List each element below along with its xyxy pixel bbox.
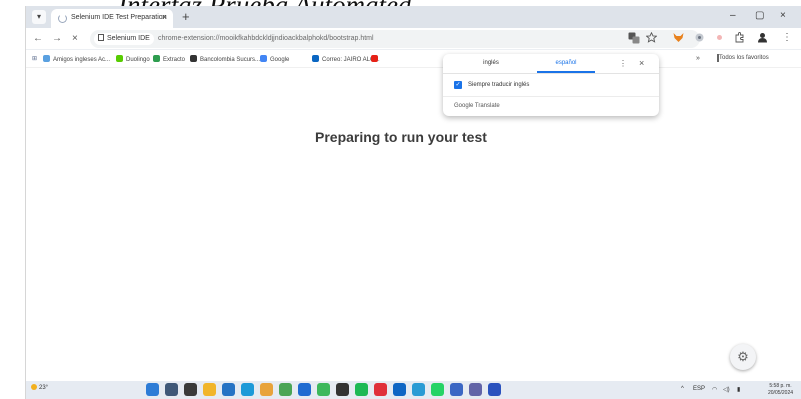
- puzzle-icon[interactable]: [734, 32, 745, 43]
- tab-source-language[interactable]: inglés: [461, 60, 521, 66]
- extra-app-icon[interactable]: [488, 383, 501, 396]
- translate-icon[interactable]: [628, 32, 640, 44]
- bookmark-favicon-icon: [190, 55, 197, 62]
- address-bar[interactable]: Selenium IDE chrome-extension://mooikfka…: [90, 30, 700, 48]
- battery-icon[interactable]: ▮: [737, 386, 740, 393]
- windows-taskbar: 23° ^ ESP ◠ ◁) ▮ 5:58 p. m. 20/05/2024: [26, 381, 801, 399]
- bookmark-item[interactable]: Bancolombia Sucurs...: [190, 55, 260, 63]
- edge-icon[interactable]: [241, 383, 254, 396]
- paint-icon[interactable]: [260, 383, 273, 396]
- weather-temp: 23°: [39, 385, 49, 391]
- store-icon[interactable]: [222, 383, 235, 396]
- apps-icon[interactable]: ⊞: [32, 55, 37, 62]
- extension-icon[interactable]: [694, 32, 705, 43]
- close-window-button[interactable]: ×: [780, 10, 786, 21]
- url-text: chrome-extension://mooikfkahbdckldjjndio…: [158, 35, 374, 42]
- clock-date: 20/05/2024: [768, 390, 794, 396]
- bookmark-favicon-icon: [116, 55, 123, 62]
- xbox-icon[interactable]: [317, 383, 330, 396]
- bookmark-label: Google: [270, 57, 290, 63]
- page-heading: Preparing to run your test: [315, 129, 487, 145]
- browser-toolbar: ← → × Selenium IDE chrome-extension://mo…: [26, 28, 801, 50]
- bookmark-item[interactable]: [371, 55, 381, 63]
- extension-dot-icon[interactable]: [714, 32, 725, 43]
- google-translate-label: Google Translate: [454, 103, 500, 109]
- clock-time: 5:58 p. m.: [769, 383, 792, 389]
- settings-gear-button[interactable]: ⚙: [730, 344, 756, 370]
- popup-divider-bottom: [443, 96, 659, 97]
- bookmarks-overflow-button[interactable]: »: [696, 55, 700, 62]
- back-button[interactable]: ←: [33, 33, 43, 44]
- profile-icon[interactable]: [757, 32, 768, 43]
- maximize-button[interactable]: ▢: [755, 10, 764, 21]
- teams-icon[interactable]: [469, 383, 482, 396]
- wifi-icon[interactable]: ◠: [712, 386, 717, 393]
- chat-icon[interactable]: [412, 383, 425, 396]
- word-icon[interactable]: [450, 383, 463, 396]
- gear-icon: ⚙: [737, 349, 749, 364]
- bookmark-label: Amigos ingleses Ac...: [53, 57, 111, 63]
- file-explorer-icon[interactable]: [203, 383, 216, 396]
- all-bookmarks-folder[interactable]: Todos los favoritos: [717, 54, 769, 62]
- always-translate-label: Siempre traducir inglés: [468, 82, 530, 88]
- volume-icon[interactable]: ◁): [723, 386, 730, 393]
- outlook-icon[interactable]: [393, 383, 406, 396]
- sun-icon: [31, 384, 37, 390]
- forward-button[interactable]: →: [52, 33, 62, 44]
- terminal-icon[interactable]: [336, 383, 349, 396]
- opera-icon[interactable]: [374, 383, 387, 396]
- translate-options-button[interactable]: ⋮: [619, 59, 627, 68]
- translate-popup: inglés español ⋮ × ✓ Siempre traducir in…: [443, 54, 659, 116]
- tab-selenium-ide[interactable]: Selenium IDE Test Preparation ×: [51, 9, 173, 28]
- bookmark-favicon-icon: [43, 55, 50, 62]
- tab-close-icon[interactable]: ×: [162, 12, 167, 22]
- bookmark-label: Bancolombia Sucurs...: [200, 57, 261, 63]
- spotify-icon[interactable]: [355, 383, 368, 396]
- popup-divider: [443, 73, 659, 74]
- tab-strip: ▾ Selenium IDE Test Preparation × + – ▢ …: [26, 6, 801, 28]
- bookmark-item[interactable]: Amigos ingleses Ac...: [43, 55, 110, 63]
- bookmark-item[interactable]: Extracto: [153, 55, 185, 63]
- fox-extension-icon[interactable]: [673, 32, 684, 43]
- bookmark-favicon-icon: [371, 55, 378, 62]
- new-tab-button[interactable]: +: [182, 9, 190, 24]
- loading-icon: [58, 14, 67, 23]
- tab-search-button[interactable]: ▾: [32, 10, 46, 24]
- minimize-button[interactable]: –: [730, 10, 736, 21]
- task-view-icon[interactable]: [184, 383, 197, 396]
- weather-widget[interactable]: 23°: [31, 384, 48, 391]
- tray-overflow-icon[interactable]: ^: [681, 386, 684, 392]
- page-content: Preparing to run your test ⚙: [26, 68, 801, 381]
- bookmark-label: Extracto: [163, 57, 186, 63]
- stop-button[interactable]: ×: [72, 33, 78, 44]
- start-icon[interactable]: [146, 383, 159, 396]
- translate-close-button[interactable]: ×: [639, 58, 644, 68]
- bookmarks-bar: ⊞ Amigos ingleses Ac... Duolingo Extracto B…: [26, 51, 801, 68]
- whatsapp-icon[interactable]: [431, 383, 444, 396]
- bookmark-item[interactable]: Correo: JAIRO ALO...: [312, 55, 380, 63]
- browser-menu-button[interactable]: ⋮: [782, 32, 792, 43]
- bookmark-item[interactable]: Duolingo: [116, 55, 150, 63]
- all-bookmarks-label: Todos los favoritos: [719, 55, 769, 61]
- mail-icon[interactable]: [298, 383, 311, 396]
- chrome-icon[interactable]: [279, 383, 292, 396]
- tab-target-language[interactable]: español: [536, 60, 596, 66]
- browser-window: ▾ Selenium IDE Test Preparation × + – ▢ …: [25, 6, 801, 399]
- bookmark-star-icon[interactable]: [646, 32, 657, 43]
- tab-title: Selenium IDE Test Preparation: [71, 14, 167, 21]
- bookmark-favicon-icon: [260, 55, 267, 62]
- site-chip-label: Selenium IDE: [107, 35, 150, 42]
- bookmark-label: Duolingo: [126, 57, 150, 63]
- page-icon: [98, 34, 104, 41]
- site-chip[interactable]: Selenium IDE: [94, 33, 154, 45]
- language-indicator[interactable]: ESP: [693, 386, 705, 392]
- bookmark-favicon-icon: [312, 55, 319, 62]
- bookmark-favicon-icon: [153, 55, 160, 62]
- bookmark-item[interactable]: Google: [260, 55, 289, 63]
- search-icon[interactable]: [165, 383, 178, 396]
- always-translate-checkbox[interactable]: ✓: [454, 81, 462, 89]
- system-clock[interactable]: 5:58 p. m. 20/05/2024: [768, 383, 793, 397]
